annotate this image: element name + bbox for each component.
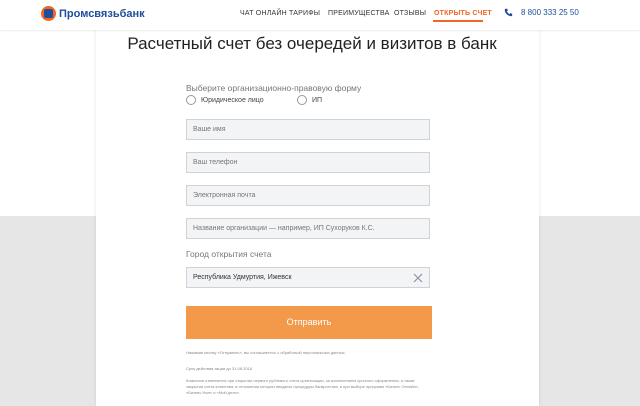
radio-circle-icon[interactable] (297, 95, 307, 105)
city-select[interactable]: Республика Удмуртия, Ижевск (186, 267, 430, 288)
phone-link[interactable]: 8 800 333 25 50 (504, 8, 579, 17)
bank-logo[interactable]: Промсвязьбанк (41, 6, 145, 21)
consent-text: Нажимая кнопку «Отправить», вы соглашает… (186, 350, 346, 355)
phone-field[interactable]: Ваш телефон (186, 152, 430, 173)
name-field[interactable]: Ваше имя (186, 119, 430, 140)
organization-field[interactable]: Название организации — например, ИП Сухо… (186, 218, 430, 239)
phone-icon (504, 8, 513, 17)
nav-open-account[interactable]: ОТКРЫТЬ СЧЕТ (434, 10, 492, 17)
logo-icon (41, 6, 56, 21)
radio-legal-entity-label: Юридическое лицо (201, 96, 264, 104)
page-title: Расчетный счет без очередей и визитов в … (127, 34, 497, 53)
nav-reviews[interactable]: ОТЗЫВЫ (394, 10, 426, 17)
city-label: Город открытия счета (186, 249, 272, 259)
phone-number: 8 800 333 25 50 (521, 8, 579, 17)
nav-tariffs[interactable]: ТАРИФЫ (289, 10, 320, 17)
nav-chat-online[interactable]: ЧАТ ОНЛАЙН (240, 10, 287, 17)
radio-ip[interactable]: ИП (297, 95, 322, 105)
city-value: Республика Удмуртия, Ижевск (193, 274, 292, 281)
clear-icon[interactable] (413, 273, 423, 283)
promo-term: Срок действия акции до 31.08.2018 (186, 366, 252, 371)
radio-legal-entity[interactable]: Юридическое лицо (186, 95, 264, 105)
nav-advantages[interactable]: ПРЕИМУЩЕСТВА (328, 10, 390, 17)
logo-text: Промсвязьбанк (59, 7, 145, 20)
radio-ip-label: ИП (312, 96, 323, 104)
site-header: Промсвязьбанк ЧАТ ОНЛАЙН ТАРИФЫ ПРЕИМУЩЕ… (0, 0, 640, 30)
radio-circle-icon[interactable] (186, 95, 196, 105)
active-nav-underline (433, 20, 483, 22)
email-field[interactable]: Электронная почта (186, 185, 430, 206)
submit-button[interactable]: Отправить (186, 306, 432, 339)
fine-print: Комиссия отменяется при открытии первого… (186, 378, 420, 395)
legal-form-label: Выберите организационно-правовую форму (186, 83, 362, 93)
